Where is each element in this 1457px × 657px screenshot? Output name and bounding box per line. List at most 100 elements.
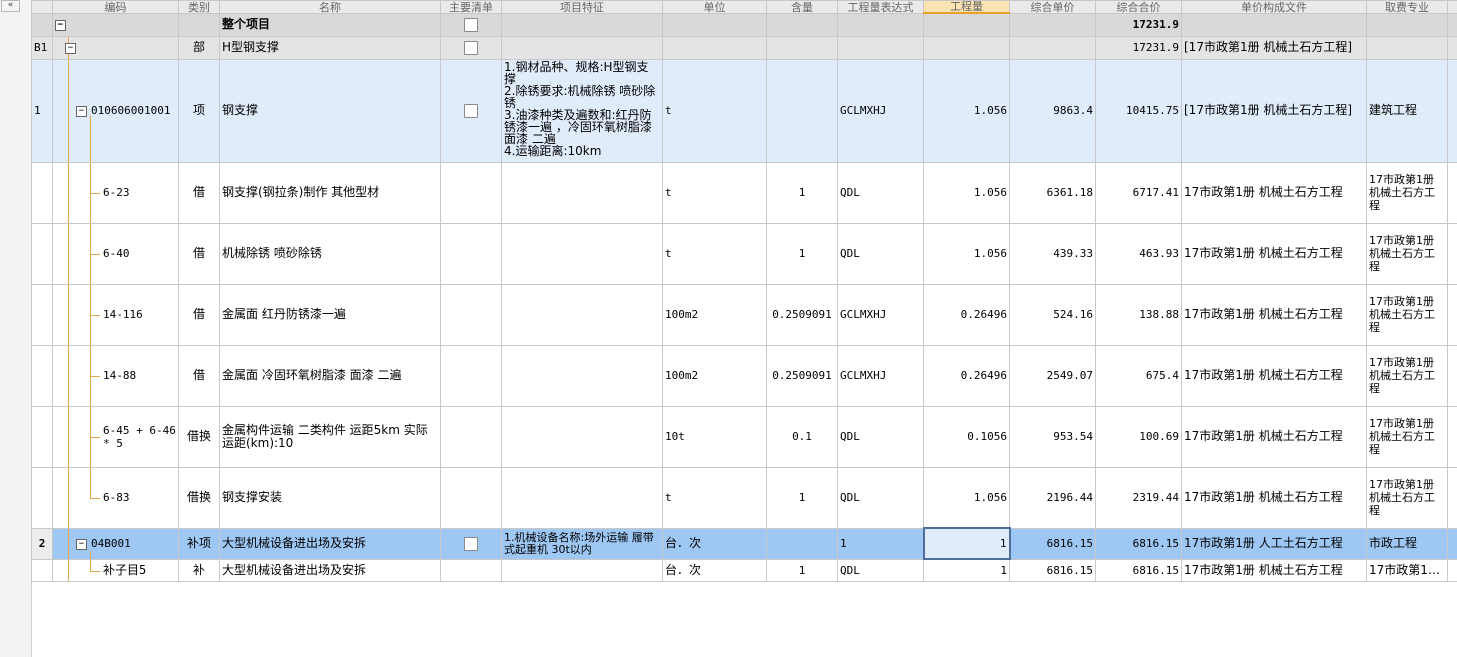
fee-spec-cell[interactable]: 17市政第1册 机械土石方工程 — [1366, 283, 1448, 346]
content-cell[interactable]: 1 — [766, 161, 838, 224]
header-unit-price[interactable]: 综合单价 — [1009, 0, 1096, 14]
main-list-cell[interactable] — [440, 12, 502, 37]
name-cell[interactable]: 大型机械设备进出场及安拆 — [219, 527, 441, 560]
name-cell[interactable]: 金属构件运输 二类构件 运距5km 实际运距(km):10 — [219, 405, 441, 468]
quantity-cell[interactable]: 1.056 — [923, 222, 1010, 285]
expression-cell[interactable]: QDL — [837, 222, 924, 285]
code-cell[interactable]: 14-116 — [52, 283, 179, 346]
item-row[interactable]: 1 −010606001001 项 钢支撑 1.钢材品种、规格:H型钢支撑 2.… — [31, 58, 1457, 163]
name-cell[interactable]: 金属面 红丹防锈漆一遍 — [219, 283, 441, 346]
header-type[interactable]: 类别 — [178, 0, 220, 14]
section-row[interactable]: B1 − 部 H型钢支撑 17231.9 [17市政第1册 机械土石方工程] — [31, 35, 1457, 60]
unit-cell[interactable]: 10t — [662, 405, 767, 468]
quantity-cell[interactable]: 0.1056 — [923, 405, 1010, 468]
name-cell[interactable]: 机械除锈 喷砂除锈 — [219, 222, 441, 285]
unit-cell[interactable]: t — [662, 58, 767, 163]
expression-cell[interactable]: QDL — [837, 405, 924, 468]
expression-cell[interactable]: GCLMXHJ — [837, 58, 924, 163]
header-total-price[interactable]: 综合合价 — [1095, 0, 1182, 14]
fee-spec-cell[interactable]: 17市政第1册 机械土石方工程 — [1366, 344, 1448, 407]
code-cell[interactable]: −010606001001 — [52, 58, 179, 163]
header-name[interactable]: 名称 — [219, 0, 441, 14]
expand-minus-icon[interactable]: − — [76, 538, 87, 550]
expand-minus-icon[interactable]: − — [65, 42, 76, 54]
total-row[interactable]: − 整个项目 17231.9 — [31, 12, 1457, 37]
name-cell[interactable]: 金属面 冷固环氧树脂漆 面漆 二遍 — [219, 344, 441, 407]
sub-item-row[interactable]: 6-23 借 钢支撑(钢拉条)制作 其他型材 t 1 QDL 1.056 636… — [31, 161, 1457, 224]
collapse-panel-icon[interactable]: « — [1, 0, 20, 12]
expand-minus-icon[interactable]: − — [76, 105, 87, 117]
content-cell[interactable]: 0.2509091 — [766, 283, 838, 346]
unit-cell[interactable]: 100m2 — [662, 283, 767, 346]
unit-cell[interactable]: t — [662, 222, 767, 285]
quantity-cell[interactable]: 1.056 — [923, 161, 1010, 224]
sub-item-row[interactable]: 14-116 借 金属面 红丹防锈漆一遍 100m2 0.2509091 GCL… — [31, 283, 1457, 346]
code-cell[interactable]: 6-45 + 6-46 * 5 — [52, 405, 179, 468]
name-cell[interactable]: 大型机械设备进出场及安拆 — [219, 558, 441, 582]
child-item-row[interactable]: 补子目5 补 大型机械设备进出场及安拆 台．次 1 QDL 1 6816.15 … — [31, 558, 1457, 582]
name-cell[interactable]: 钢支撑安装 — [219, 466, 441, 529]
quantity-cell[interactable]: 0.26496 — [923, 283, 1010, 346]
header-main-list[interactable]: 主要清单 — [440, 0, 502, 14]
code-cell[interactable]: 14-88 — [52, 344, 179, 407]
code-cell[interactable]: −04B001 — [52, 527, 179, 560]
fee-spec-cell[interactable]: 17市政第1册 机械土石方工程 — [1366, 222, 1448, 285]
main-list-checkbox[interactable] — [464, 536, 478, 551]
features-cell[interactable]: 1.机械设备名称:场外运输 履带式起重机 30t以内 — [501, 527, 663, 560]
price-file-cell[interactable]: 17市政第1册 机械土石方工程 — [1181, 466, 1367, 529]
fee-spec-cell[interactable]: 17市政第1册 机械土石方工程 — [1366, 161, 1448, 224]
fee-spec-cell[interactable]: 17市政第1册 机械土石方工程 — [1366, 466, 1448, 529]
price-file-cell[interactable]: 17市政第1册 机械土石方工程 — [1181, 161, 1367, 224]
main-list-checkbox[interactable] — [464, 40, 478, 55]
name-cell[interactable]: H型钢支撑 — [219, 35, 441, 60]
content-cell[interactable]: 0.1 — [766, 405, 838, 468]
expression-cell[interactable]: QDL — [837, 558, 924, 582]
sub-item-row[interactable]: 6-45 + 6-46 * 5 借换 金属构件运输 二类构件 运距5km 实际运… — [31, 405, 1457, 468]
main-list-cell[interactable] — [440, 35, 502, 60]
unit-cell[interactable]: 100m2 — [662, 344, 767, 407]
price-file-cell[interactable]: [17市政第1册 机械土石方工程] — [1181, 35, 1367, 60]
header-code[interactable]: 编码 — [52, 0, 179, 14]
sub-item-row[interactable]: 14-88 借 金属面 冷固环氧树脂漆 面漆 二遍 100m2 0.250909… — [31, 344, 1457, 407]
price-file-cell[interactable]: 17市政第1册 机械土石方工程 — [1181, 344, 1367, 407]
sub-item-row[interactable]: 6-83 借换 钢支撑安装 t 1 QDL 1.056 2196.44 2319… — [31, 466, 1457, 529]
content-cell[interactable]: 1 — [766, 558, 838, 582]
content-cell[interactable]: 1 — [766, 466, 838, 529]
header-expression[interactable]: 工程量表达式 — [837, 0, 924, 14]
fee-spec-cell[interactable]: 市政工程 — [1366, 527, 1448, 560]
quantity-cell[interactable]: 1 — [923, 558, 1010, 582]
selected-item-row[interactable]: 2 −04B001 补项 大型机械设备进出场及安拆 1.机械设备名称:场外运输 … — [31, 527, 1457, 560]
main-list-cell[interactable] — [440, 527, 502, 560]
code-cell[interactable]: − — [52, 35, 179, 60]
price-file-cell[interactable]: 17市政第1册 人工土石方工程 — [1181, 527, 1367, 560]
expression-cell[interactable]: 1 — [837, 527, 924, 560]
expand-minus-icon[interactable]: − — [55, 19, 66, 31]
expression-cell[interactable]: QDL — [837, 161, 924, 224]
header-quantity[interactable]: 工程量 — [923, 0, 1010, 14]
code-cell[interactable]: 6-40 — [52, 222, 179, 285]
quantity-input[interactable]: 1 — [922, 527, 1011, 560]
sub-item-row[interactable]: 6-40 借 机械除锈 喷砂除锈 t 1 QDL 1.056 439.33 46… — [31, 222, 1457, 285]
fee-spec-cell[interactable]: 17市政第1册 机械土石方工程 — [1366, 405, 1448, 468]
content-cell[interactable]: 0.2509091 — [766, 344, 838, 407]
content-cell[interactable]: 1 — [766, 222, 838, 285]
code-cell[interactable]: 6-23 — [52, 161, 179, 224]
header-price-file[interactable]: 单价构成文件 — [1181, 0, 1367, 14]
name-cell[interactable]: 钢支撑 — [219, 58, 441, 163]
price-file-cell[interactable]: 17市政第1册 机械土石方工程 — [1181, 283, 1367, 346]
name-cell[interactable]: 整个项目 — [219, 12, 441, 37]
name-cell[interactable]: 钢支撑(钢拉条)制作 其他型材 — [219, 161, 441, 224]
header-fee-spec[interactable]: 取费专业 — [1366, 0, 1448, 14]
code-cell[interactable]: − — [52, 12, 179, 37]
expression-cell[interactable]: GCLMXHJ — [837, 344, 924, 407]
price-file-cell[interactable]: [17市政第1册 机械土石方工程] — [1181, 58, 1367, 163]
features-cell[interactable]: 1.钢材品种、规格:H型钢支撑 2.除锈要求:机械除锈 喷砂除锈 3.油漆种类及… — [501, 58, 663, 163]
expression-cell[interactable]: QDL — [837, 466, 924, 529]
unit-cell[interactable]: t — [662, 466, 767, 529]
main-list-cell[interactable] — [440, 58, 502, 163]
fee-spec-cell[interactable]: 建筑工程 — [1366, 58, 1448, 163]
code-cell[interactable]: 补子目5 — [52, 558, 179, 582]
unit-cell[interactable]: t — [662, 161, 767, 224]
expression-cell[interactable]: GCLMXHJ — [837, 283, 924, 346]
price-file-cell[interactable]: 17市政第1册 机械土石方工程 — [1181, 558, 1367, 582]
